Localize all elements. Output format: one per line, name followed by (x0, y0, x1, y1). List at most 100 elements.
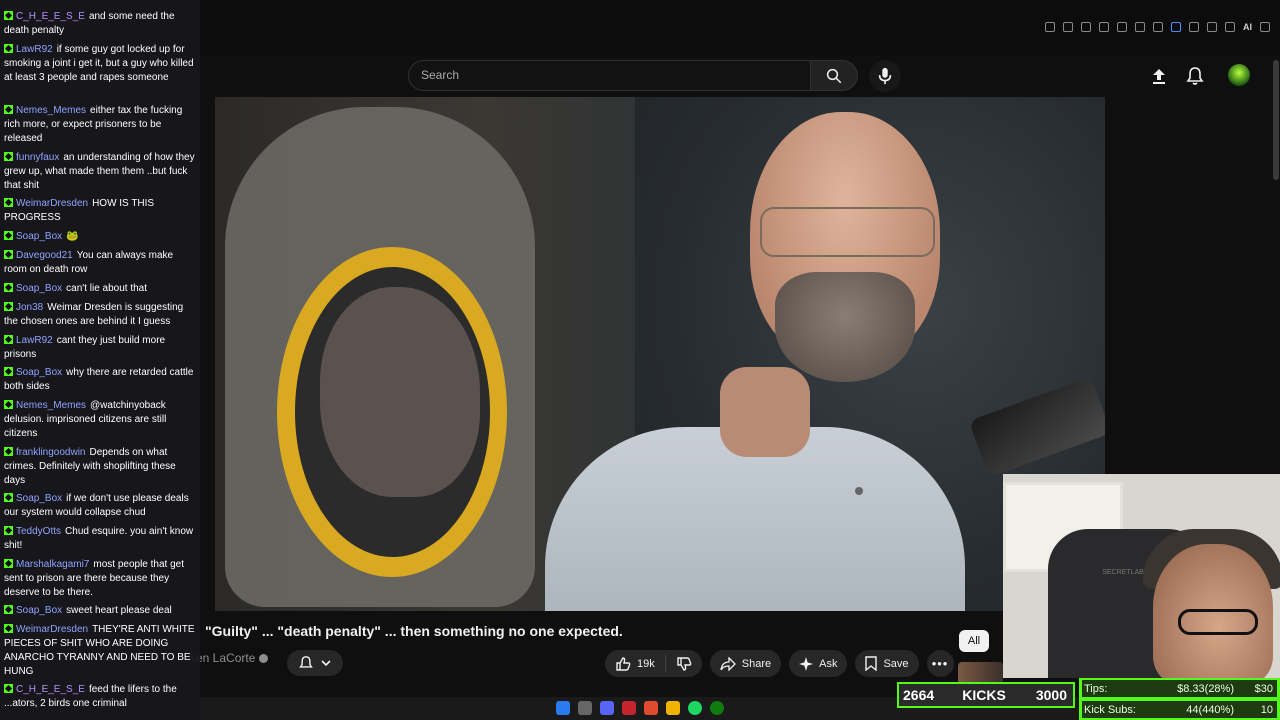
chat-username[interactable]: franklingoodwin (16, 447, 86, 458)
search-button[interactable] (811, 60, 858, 91)
tips-label: Tips: (1084, 682, 1108, 695)
chat-username[interactable]: Soap_Box (16, 493, 62, 504)
video-player[interactable] (215, 97, 1105, 611)
voice-search-button[interactable] (869, 60, 901, 92)
ask-label: Ask (819, 657, 838, 670)
bookmark-icon[interactable] (1099, 22, 1109, 32)
chat-username[interactable]: Marshalkagami7 (16, 559, 89, 570)
video-actions: 19k Share Ask Save ••• (605, 650, 954, 677)
kick-badge-icon (4, 400, 13, 409)
scrollbar[interactable] (1273, 60, 1279, 180)
discord-icon[interactable] (600, 701, 614, 715)
chat-username[interactable]: Jon38 (16, 302, 43, 313)
kick-badge-icon (4, 283, 13, 292)
xbox-icon[interactable] (710, 701, 724, 715)
extension-icon[interactable] (1081, 22, 1091, 32)
notification-button[interactable] (287, 650, 343, 676)
extension-icon[interactable] (1189, 22, 1199, 32)
chat-username[interactable]: LawR92 (16, 335, 53, 346)
start-icon[interactable] (556, 701, 570, 715)
kick-badge-icon (4, 447, 13, 456)
shield-icon[interactable] (1117, 22, 1127, 32)
chat-text: can't lie about that (66, 283, 148, 294)
subs-label: Kick Subs: (1084, 703, 1136, 716)
kicks-goal: 3000 (1035, 687, 1067, 703)
channel-name-row[interactable]: Ken LaCorte (188, 651, 269, 665)
chat-username[interactable]: WeimarDresden (16, 624, 88, 635)
search-icon[interactable] (578, 701, 592, 715)
chat-username[interactable]: C_H_E_E_S_E (16, 11, 85, 22)
zoom-icon[interactable] (1045, 22, 1055, 32)
ai-extension-label[interactable]: AI (1243, 22, 1252, 32)
avatar[interactable] (1228, 64, 1250, 86)
play-icon[interactable] (1135, 22, 1145, 32)
heart-icon[interactable] (1153, 22, 1163, 32)
chip-all[interactable]: All (959, 630, 989, 652)
kick-badge-icon (4, 198, 13, 207)
dislike-button[interactable] (666, 656, 702, 672)
sound-icon[interactable] (1171, 22, 1181, 32)
chat-username[interactable]: TeddyOtts (16, 526, 61, 537)
more-icon: ••• (931, 656, 949, 671)
chat-message: Soap_Box can't lie about that (4, 282, 198, 296)
like-dislike-group: 19k (605, 650, 702, 677)
like-button[interactable]: 19k (605, 655, 666, 672)
dislike-icon (677, 656, 692, 671)
video-title: "Guilty" ... "death penalty" ... then so… (205, 623, 623, 639)
chat-username[interactable]: WeimarDresden (16, 198, 88, 209)
upload-icon[interactable] (1150, 67, 1168, 85)
chat-message: LawR92 if some guy got locked up for smok… (4, 43, 198, 85)
chat-message: WeimarDresden HOW IS THIS PROGRESS (4, 197, 198, 225)
chat-message: Davegood21 You can always make room on de… (4, 249, 198, 277)
kick-badge-icon (4, 493, 13, 502)
kick-badge-icon (4, 367, 13, 376)
chat-username[interactable]: Soap_Box (16, 283, 62, 294)
search-bar: Search (408, 60, 858, 91)
save-button[interactable]: Save (855, 650, 919, 677)
obs-icon[interactable] (622, 701, 636, 715)
tips-widget: Tips: $8.33(28%) $30 Kick Subs: 44(440%)… (1079, 678, 1280, 720)
spotify-icon[interactable] (688, 701, 702, 715)
save-icon (865, 656, 878, 671)
chat-username[interactable]: Soap_Box (16, 605, 62, 616)
tips-value: $8.33(28%) (1177, 682, 1234, 695)
subs-value: 44(440%) (1186, 703, 1234, 716)
like-icon (616, 656, 631, 671)
more-button[interactable]: ••• (926, 650, 954, 677)
kick-badge-icon (4, 526, 13, 535)
chat-username[interactable]: Nemes_Memes (16, 400, 86, 411)
menu-icon[interactable] (1260, 22, 1270, 32)
browser-icon[interactable] (644, 701, 658, 715)
sync-icon[interactable] (1225, 22, 1235, 32)
chat-message: WeimarDresden THEY'RE ANTI WHITE PIECES O… (4, 623, 198, 679)
taskbar-icons (556, 701, 724, 715)
webcam-overlay: SECRETLAB (1003, 474, 1280, 678)
search-input[interactable]: Search (408, 60, 811, 91)
chat-username[interactable]: C_H_E_E_S_E (16, 684, 85, 695)
share-button[interactable]: Share (709, 650, 782, 677)
share-label: Share (741, 657, 772, 670)
chat-username[interactable]: Davegood21 (16, 250, 73, 261)
chat-username[interactable]: Nemes_Memes (16, 105, 86, 116)
chat-message: funnyfaux an understanding of how they gr… (4, 151, 198, 193)
download-icon[interactable] (1207, 22, 1217, 32)
screen: AI Search "Guilty" ... "death penalty" .… (0, 0, 1280, 720)
verified-icon (259, 654, 269, 663)
chat-message: Jon38 Weimar Dresden is suggesting the ch… (4, 301, 198, 329)
folder-icon[interactable] (666, 701, 680, 715)
chat-message: Nemes_Memes @watchinyoback delusion. impr… (4, 399, 198, 441)
chat-username[interactable]: LawR92 (16, 44, 53, 55)
extension-icon[interactable] (1063, 22, 1073, 32)
chat-message: LawR92 cant they just build more prisons (4, 334, 198, 362)
chat-message: Soap_Box if we don't use please deals our… (4, 492, 198, 520)
ask-icon (799, 656, 814, 671)
subs-goal: 10 (1260, 703, 1273, 716)
kick-badge-icon (4, 605, 13, 614)
chat-username[interactable]: funnyfaux (16, 152, 59, 163)
chat-message: Soap_Box 🐸 (4, 230, 198, 244)
chat-username[interactable]: Soap_Box (16, 231, 62, 242)
bell-icon[interactable] (1186, 66, 1204, 86)
search-icon (826, 68, 842, 83)
chat-username[interactable]: Soap_Box (16, 367, 62, 378)
ask-button[interactable]: Ask (789, 650, 848, 677)
